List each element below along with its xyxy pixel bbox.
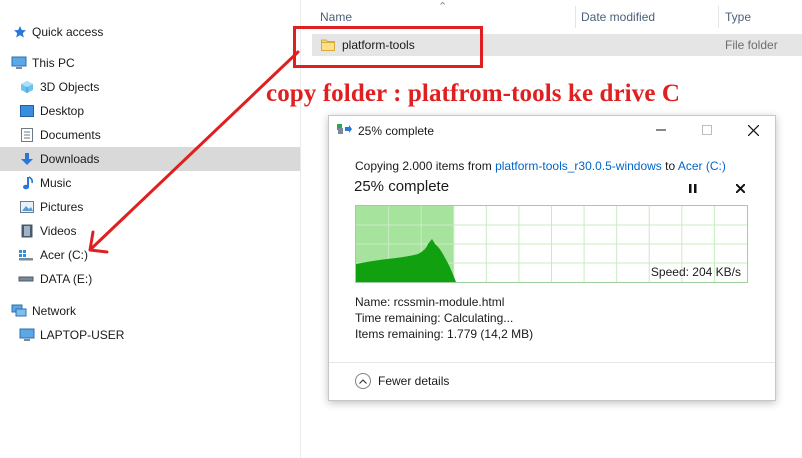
fewer-details-button[interactable]: Fewer details xyxy=(355,371,449,391)
drive-icon xyxy=(18,271,34,287)
nav-desktop[interactable]: Desktop xyxy=(0,99,300,123)
close-button[interactable] xyxy=(731,116,775,144)
nav-documents[interactable]: Documents xyxy=(0,123,300,147)
navigation-pane: Quick access This PC 3D Objects Desktop … xyxy=(0,0,300,458)
download-arrow-icon xyxy=(19,151,35,167)
copy-progress-dialog: 25% complete Copying 2.000 items from pl… xyxy=(328,115,776,401)
nav-network[interactable]: Network xyxy=(0,299,300,323)
nav-label: Desktop xyxy=(40,104,85,118)
progress-status: 25% complete xyxy=(354,178,450,195)
dialog-titlebar[interactable]: 25% complete xyxy=(329,116,775,144)
picture-icon xyxy=(19,199,35,215)
dialog-divider xyxy=(329,362,775,363)
star-icon xyxy=(12,24,28,40)
speed-graph: Speed: 204 KB/s xyxy=(355,205,748,283)
close-icon xyxy=(747,124,759,136)
music-note-icon xyxy=(19,175,35,191)
nav-3d-objects[interactable]: 3D Objects xyxy=(0,75,300,99)
film-icon xyxy=(19,223,35,239)
source-link[interactable]: platform-tools_r30.0.5-windows xyxy=(495,159,662,173)
current-file-name: Name: rcssmin-module.html xyxy=(355,295,505,309)
nav-data-e[interactable]: DATA (E:) xyxy=(0,267,300,291)
nav-quick-access[interactable]: Quick access xyxy=(0,20,300,44)
copy-to: to xyxy=(661,159,678,173)
dialog-title: 25% complete xyxy=(358,124,435,138)
nav-label: LAPTOP-USER xyxy=(40,328,125,342)
minimize-icon xyxy=(656,129,666,131)
nav-label: Documents xyxy=(40,128,101,142)
annotation-text: copy folder : platfrom-tools ke drive C xyxy=(266,80,681,107)
maximize-button[interactable] xyxy=(685,116,729,144)
copy-progress-icon xyxy=(337,123,353,138)
column-header-type[interactable]: Type xyxy=(725,4,751,30)
file-type: File folder xyxy=(725,38,778,52)
nav-pictures[interactable]: Pictures xyxy=(0,195,300,219)
monitor-icon xyxy=(19,327,35,343)
nav-this-pc[interactable]: This PC xyxy=(0,51,300,75)
annotation-highlight-box xyxy=(293,26,483,68)
copy-summary: Copying 2.000 items from platform-tools_… xyxy=(355,159,726,173)
maximize-icon xyxy=(702,125,712,135)
time-remaining: Time remaining: Calculating... xyxy=(355,311,514,325)
minimize-button[interactable] xyxy=(639,116,683,144)
cancel-button[interactable] xyxy=(732,180,748,196)
nav-music[interactable]: Music xyxy=(0,171,300,195)
network-icon xyxy=(11,303,27,319)
nav-label: Downloads xyxy=(40,152,100,166)
computer-icon xyxy=(11,55,27,71)
column-separator[interactable] xyxy=(718,6,719,28)
nav-label: Acer (C:) xyxy=(40,248,88,262)
column-separator[interactable] xyxy=(575,6,576,28)
nav-label: This PC xyxy=(32,56,75,70)
cube-icon xyxy=(19,79,35,95)
items-remaining: Items remaining: 1.779 (14,2 MB) xyxy=(355,327,534,341)
nav-videos[interactable]: Videos xyxy=(0,219,300,243)
chevron-up-icon xyxy=(355,373,371,389)
nav-downloads[interactable]: Downloads xyxy=(0,147,300,171)
column-header-date[interactable]: Date modified xyxy=(581,4,655,30)
destination-link[interactable]: Acer (C:) xyxy=(678,159,726,173)
windows-drive-icon xyxy=(18,247,34,263)
document-icon xyxy=(19,127,35,143)
pause-icon xyxy=(689,183,697,193)
fewer-details-label: Fewer details xyxy=(378,374,450,388)
nav-label: Videos xyxy=(40,224,77,238)
pane-divider[interactable] xyxy=(300,0,301,458)
nav-label: 3D Objects xyxy=(40,80,100,94)
copy-prefix: Copying 2.000 items from xyxy=(355,159,496,173)
pause-button[interactable] xyxy=(685,180,701,196)
nav-label: Pictures xyxy=(40,200,84,214)
sort-ascending-icon: ⌃ xyxy=(438,1,448,13)
nav-laptop-user[interactable]: LAPTOP-USER xyxy=(0,323,300,347)
nav-label: Network xyxy=(32,304,77,318)
nav-label: Music xyxy=(40,176,72,190)
nav-label: DATA (E:) xyxy=(40,272,93,286)
desktop-icon xyxy=(19,103,35,119)
nav-acer-c[interactable]: Acer (C:) xyxy=(0,243,300,267)
transfer-speed: Speed: 204 KB/s xyxy=(650,265,741,279)
nav-label: Quick access xyxy=(32,25,104,39)
cancel-icon xyxy=(735,183,745,193)
